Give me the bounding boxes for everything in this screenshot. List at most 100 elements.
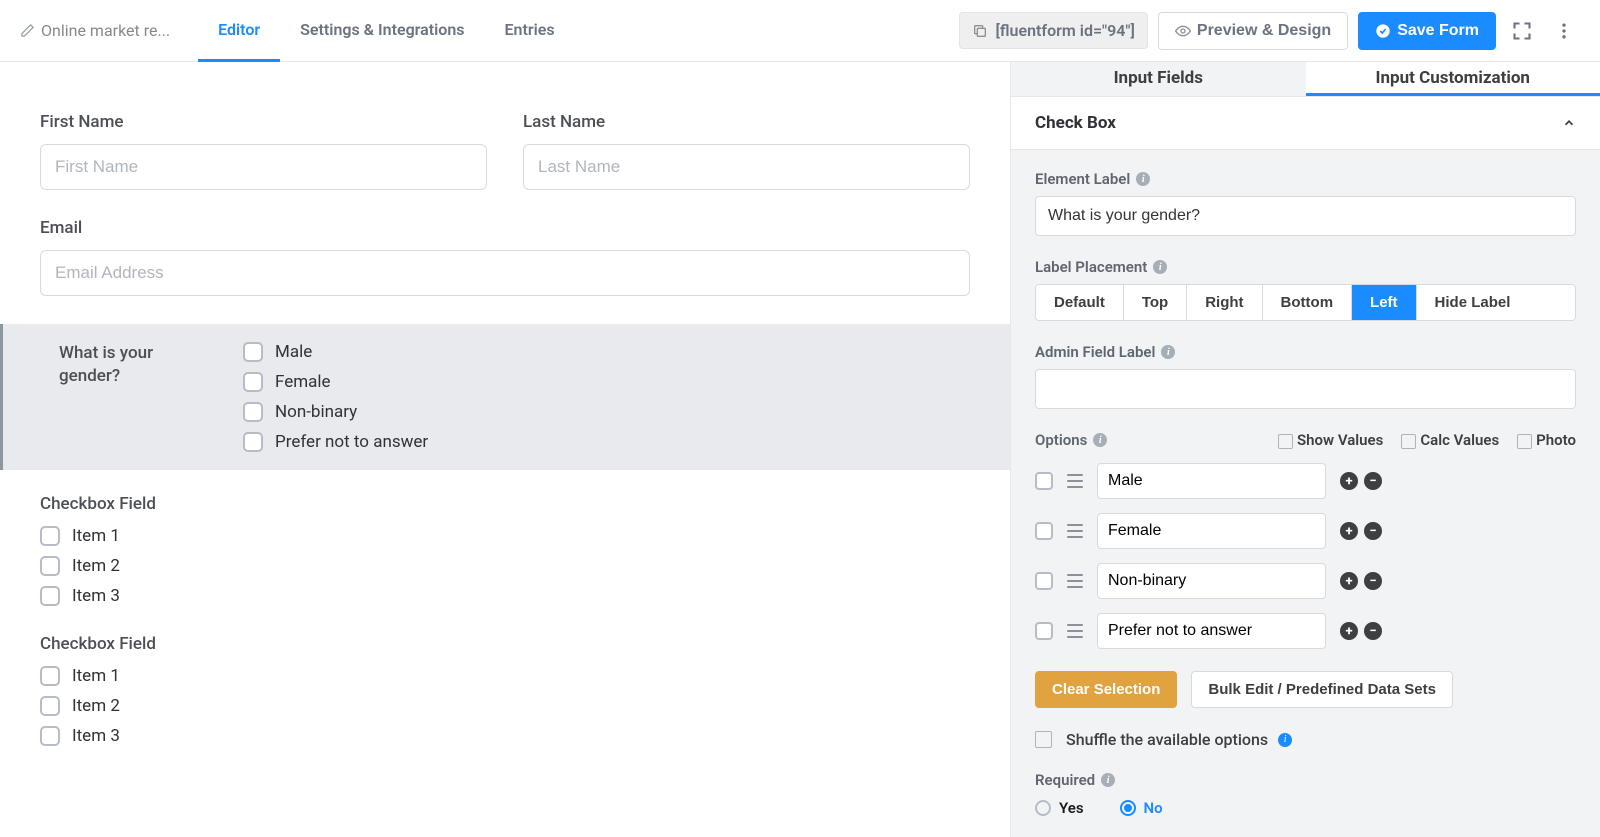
tab-entries[interactable]: Entries [485, 0, 575, 62]
required-no-radio[interactable]: No [1120, 799, 1163, 817]
admin-field-label-group: Admin Field Label i [1035, 343, 1576, 409]
remove-option-button[interactable]: − [1364, 622, 1382, 640]
field-checkbox-2[interactable]: Checkbox Field Item 1 Item 2 Item 3 [40, 634, 970, 746]
info-icon[interactable]: i [1093, 433, 1107, 447]
option-default-checkbox[interactable] [1035, 522, 1053, 540]
checkbox-option[interactable]: Item 1 [40, 666, 970, 686]
required-yes-label: Yes [1059, 799, 1084, 817]
seg-top[interactable]: Top [1124, 285, 1187, 320]
checkbox-option[interactable]: Item 2 [40, 556, 970, 576]
option-value-input[interactable] [1097, 613, 1326, 649]
option-default-checkbox[interactable] [1035, 472, 1053, 490]
add-option-button[interactable]: + [1340, 522, 1358, 540]
option-value-input[interactable] [1097, 513, 1326, 549]
seg-right[interactable]: Right [1187, 285, 1262, 320]
section-title: Check Box [1035, 113, 1116, 133]
shuffle-row[interactable]: Shuffle the available options i [1035, 730, 1576, 749]
top-bar-right: [fluentform id="94"] Preview & Design Sa… [959, 12, 1580, 50]
more-menu-button[interactable] [1548, 15, 1580, 47]
gender-option[interactable]: Male [243, 342, 428, 362]
add-option-button[interactable]: + [1340, 472, 1358, 490]
gender-label: What is your gender? [59, 342, 199, 452]
main-area: First Name Last Name Email What is your … [0, 62, 1600, 837]
info-icon[interactable]: i [1136, 172, 1150, 186]
required-yes-radio[interactable]: Yes [1035, 799, 1084, 817]
drag-handle-icon[interactable] [1067, 474, 1083, 488]
field-last-name[interactable]: Last Name [523, 112, 970, 190]
seg-left[interactable]: Left [1352, 285, 1417, 320]
remove-option-button[interactable]: − [1364, 522, 1382, 540]
info-icon[interactable]: i [1161, 345, 1175, 359]
chevron-up-icon [1562, 116, 1576, 130]
checkbox-option-label: Item 3 [72, 586, 120, 606]
option-row: +− [1035, 463, 1576, 499]
option-row: +− [1035, 613, 1576, 649]
email-input[interactable] [40, 250, 970, 296]
required-group: Required i Yes No [1035, 771, 1576, 817]
admin-field-label-input[interactable] [1035, 369, 1576, 409]
gender-option[interactable]: Non-binary [243, 402, 428, 422]
checkbox-icon [40, 586, 60, 606]
checkbox-option[interactable]: Item 1 [40, 526, 970, 546]
remove-option-button[interactable]: − [1364, 572, 1382, 590]
shortcode-text: [fluentform id="94"] [996, 21, 1135, 40]
fullscreen-button[interactable] [1506, 15, 1538, 47]
clear-selection-button[interactable]: Clear Selection [1035, 671, 1177, 708]
checkbox-option-label: Item 3 [72, 726, 120, 746]
checkbox-option-label: Item 1 [72, 666, 120, 686]
option-value-input[interactable] [1097, 463, 1326, 499]
drag-handle-icon[interactable] [1067, 524, 1083, 538]
tab-input-customization[interactable]: Input Customization [1306, 62, 1600, 96]
field-gender-selected[interactable]: What is your gender? Male Female Non-bin… [0, 324, 1010, 470]
field-email[interactable]: Email [40, 218, 970, 296]
gender-option[interactable]: Prefer not to answer [243, 432, 428, 452]
tab-editor[interactable]: Editor [198, 0, 280, 62]
add-option-button[interactable]: + [1340, 572, 1358, 590]
checkbox-icon [1035, 731, 1052, 748]
info-icon[interactable]: i [1153, 260, 1167, 274]
remove-option-button[interactable]: − [1364, 472, 1382, 490]
field-checkbox-1[interactable]: Checkbox Field Item 1 Item 2 Item 3 [40, 494, 970, 606]
gender-option-label: Male [275, 342, 312, 362]
shortcode-box[interactable]: [fluentform id="94"] [959, 12, 1148, 49]
checkbox-option[interactable]: Item 2 [40, 696, 970, 716]
info-icon[interactable]: i [1278, 733, 1292, 747]
info-icon[interactable]: i [1101, 773, 1115, 787]
bulk-edit-button[interactable]: Bulk Edit / Predefined Data Sets [1191, 671, 1453, 708]
tab-input-fields[interactable]: Input Fields [1011, 62, 1306, 96]
preview-design-button[interactable]: Preview & Design [1158, 12, 1348, 50]
last-name-input[interactable] [523, 144, 970, 190]
top-bar: Online market re... Editor Settings & In… [0, 0, 1600, 62]
tab-settings[interactable]: Settings & Integrations [280, 0, 484, 62]
photo-toggle[interactable]: Photo [1517, 431, 1576, 449]
checkbox-icon [243, 402, 263, 422]
seg-bottom[interactable]: Bottom [1263, 285, 1353, 320]
checkbox-icon [1278, 434, 1293, 449]
field-first-name[interactable]: First Name [40, 112, 487, 190]
checkbox-icon [1401, 434, 1416, 449]
section-header-checkbox[interactable]: Check Box [1011, 96, 1600, 150]
save-form-button[interactable]: Save Form [1358, 12, 1496, 50]
gender-option[interactable]: Female [243, 372, 428, 392]
option-value-input[interactable] [1097, 563, 1326, 599]
seg-default[interactable]: Default [1036, 285, 1124, 320]
element-label-input[interactable] [1035, 196, 1576, 236]
option-default-checkbox[interactable] [1035, 622, 1053, 640]
option-row: +− [1035, 513, 1576, 549]
element-label-text: Element Label [1035, 170, 1130, 188]
save-label: Save Form [1397, 22, 1479, 40]
calc-values-toggle[interactable]: Calc Values [1401, 431, 1499, 449]
checkbox-option[interactable]: Item 3 [40, 726, 970, 746]
option-default-checkbox[interactable] [1035, 572, 1053, 590]
form-title[interactable]: Online market re... [20, 21, 198, 40]
show-values-toggle[interactable]: Show Values [1278, 431, 1383, 449]
seg-hide-label[interactable]: Hide Label [1417, 285, 1529, 320]
add-option-button[interactable]: + [1340, 622, 1358, 640]
first-name-label: First Name [40, 112, 487, 132]
first-name-input[interactable] [40, 144, 487, 190]
required-label: Required [1035, 771, 1095, 789]
checkbox-option[interactable]: Item 3 [40, 586, 970, 606]
drag-handle-icon[interactable] [1067, 624, 1083, 638]
drag-handle-icon[interactable] [1067, 574, 1083, 588]
checkbox-icon [40, 526, 60, 546]
